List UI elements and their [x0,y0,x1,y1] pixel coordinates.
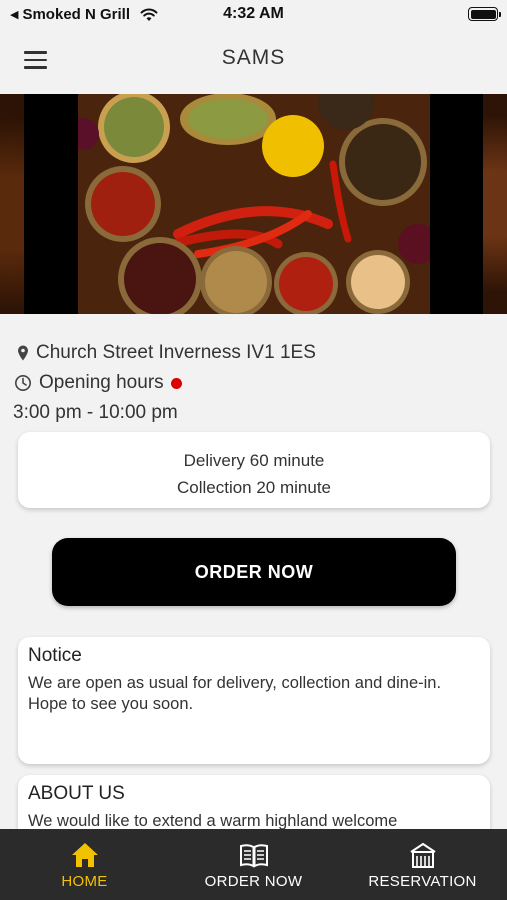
notice-title: Notice [28,645,82,666]
notice-line-2: Hope to see you soon. [28,695,194,713]
tab-home-label: HOME [61,873,108,890]
location-pin-icon [18,345,28,361]
tab-reservation-label: RESERVATION [368,873,477,890]
about-title: ABOUT US [28,783,125,804]
restaurant-info: Church Street Inverness IV1 1ES Opening … [13,338,316,428]
address-text: Church Street Inverness IV1 1ES [36,342,316,363]
notice-card: Notice We are open as usual for delivery… [18,637,490,764]
status-time: 4:32 AM [223,5,284,22]
nav-header: SAMS [0,38,507,82]
battery-icon [468,7,501,21]
collection-time: Collection 20 minute [176,478,332,497]
menu-book-icon [239,844,268,868]
status-bar: ◀ Smoked N Grill 4:32 AM [0,0,507,28]
tab-reservation[interactable]: RESERVATION [338,829,507,900]
delivery-time: Delivery 60 minute [183,451,325,470]
home-icon [71,843,98,867]
spices-banner-image [0,94,507,314]
restaurant-building-icon [409,842,436,868]
tab-home[interactable]: HOME [0,829,169,900]
address-row: Church Street Inverness IV1 1ES [14,338,316,368]
hours-text: 3:00 pm - 10:00 pm [13,402,178,423]
order-now-button[interactable]: ORDER NOW [52,538,456,606]
opening-hours-row: Opening hours [14,368,316,398]
app-screen: ◀ Smoked N Grill 4:32 AM SAMS Church Str… [0,0,507,900]
tab-order-now-label: ORDER NOW [204,873,303,890]
bottom-tab-bar: HOME ORDER NOW RESERVATION [0,829,507,900]
opening-hours-label: Opening hours [39,372,164,393]
hours-row: 3:00 pm - 10:00 pm [13,398,316,428]
open-status-dot [170,377,182,389]
tab-order-now[interactable]: ORDER NOW [169,829,338,900]
page-title: SAMS [221,46,286,69]
notice-line-1: We are open as usual for delivery, colle… [28,674,442,692]
service-times-card: Delivery 60 minute Collection 20 minute [18,432,490,508]
clock-icon [15,375,31,391]
